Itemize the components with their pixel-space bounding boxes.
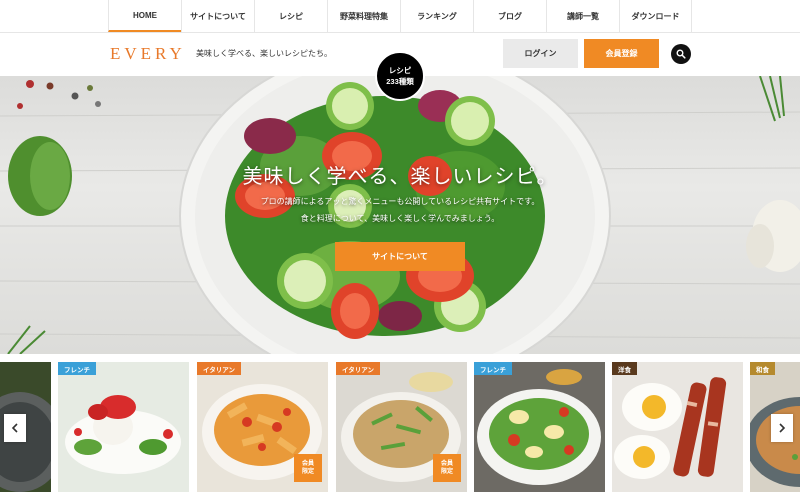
chevron-right-icon xyxy=(779,423,786,433)
category-tag: イタリアン xyxy=(197,362,241,375)
category-tag: イタリアン xyxy=(336,362,380,375)
recipe-card-4[interactable]: フレンチ xyxy=(474,362,605,492)
members-only-line2: 限定 xyxy=(440,469,453,475)
hero-banner: 美味しく学べる、楽しいレシピ。 プロの講師によるアッと驚くメニューも公開している… xyxy=(0,76,800,354)
recipe-carousel: フレンチ イタリアン 会員 限定 イタリアン 会員 限定 フレンチ 洋食 和食 xyxy=(0,354,800,500)
hero-title: 美味しく学べる、楽しいレシピ。 xyxy=(242,164,558,188)
recipe-card-3[interactable]: イタリアン 会員 限定 xyxy=(336,362,467,492)
nav-item-home[interactable]: HOME xyxy=(108,0,181,32)
members-only-line2: 限定 xyxy=(301,469,314,475)
recipe-image xyxy=(474,362,605,492)
category-tag: フレンチ xyxy=(58,362,96,375)
signup-button[interactable]: 会員登録 xyxy=(584,39,659,68)
category-tag: フレンチ xyxy=(474,362,512,375)
hero-description-line1: プロの講師によるアッと驚くメニューも公開しているレシピ共有サイトです。 xyxy=(260,197,540,206)
category-tag: 和食 xyxy=(750,362,775,375)
recipe-card-5[interactable]: 洋食 xyxy=(612,362,743,492)
hero-description-line2: 食と料理について、美味しく楽しく学んでみましょう。 xyxy=(300,214,500,223)
nav-item-download[interactable]: ダウンロード xyxy=(619,0,692,32)
carousel-prev-button[interactable] xyxy=(4,414,26,442)
members-only-line1: 会員 xyxy=(440,461,453,467)
top-navigation: HOME サイトについて レシピ 野菜料理特集 ランキング ブログ 講師一覧 ダ… xyxy=(0,0,800,33)
recipe-count-badge: レシピ 233種類 xyxy=(375,51,425,101)
search-icon xyxy=(676,49,686,59)
nav-item-ranking[interactable]: ランキング xyxy=(400,0,473,32)
site-logo[interactable]: EVERY xyxy=(110,44,186,64)
recipe-count-label: レシピ xyxy=(388,66,412,75)
site-tagline: 美味しく学べる、楽しいレシピたち。 xyxy=(196,49,332,58)
members-only-badge: 会員 限定 xyxy=(433,454,461,482)
nav-item-recipes[interactable]: レシピ xyxy=(254,0,327,32)
nav-item-blog[interactable]: ブログ xyxy=(473,0,546,32)
nav-item-about[interactable]: サイトについて xyxy=(181,0,254,32)
recipe-image xyxy=(58,362,189,492)
carousel-next-button[interactable] xyxy=(771,414,793,442)
recipe-card-1[interactable]: フレンチ xyxy=(58,362,189,492)
nav-item-vegetable-feature[interactable]: 野菜料理特集 xyxy=(327,0,400,32)
members-only-badge: 会員 限定 xyxy=(294,454,322,482)
about-site-button[interactable]: サイトについて xyxy=(335,242,465,271)
members-only-line1: 会員 xyxy=(301,461,314,467)
recipe-image xyxy=(612,362,743,492)
login-button[interactable]: ログイン xyxy=(503,39,578,68)
nav-menu: HOME サイトについて レシピ 野菜料理特集 ランキング ブログ 講師一覧 ダ… xyxy=(108,0,692,32)
category-tag: 洋食 xyxy=(612,362,637,375)
recipe-count-value: 233種類 xyxy=(386,77,414,86)
recipe-card-2[interactable]: イタリアン 会員 限定 xyxy=(197,362,328,492)
search-button[interactable] xyxy=(671,44,691,64)
nav-item-instructors[interactable]: 講師一覧 xyxy=(546,0,619,32)
chevron-left-icon xyxy=(11,423,18,433)
